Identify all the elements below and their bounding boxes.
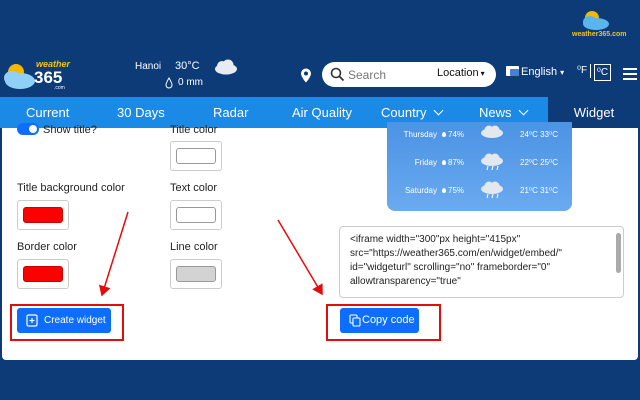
title-bg-color-picker[interactable]: [17, 200, 69, 230]
location-pin-icon[interactable]: [300, 68, 312, 83]
nav-30-days[interactable]: 30 Days: [117, 97, 165, 128]
forecast-day: Friday: [414, 158, 437, 167]
nav-news-label: News: [479, 105, 512, 120]
cloud-rain-icon: [481, 153, 503, 171]
widget-preview: Thursday 74% 24⁰C 33⁰C Friday 87% 22⁰C 2…: [387, 122, 572, 211]
title-color-label: Title color: [170, 124, 218, 136]
nav-air-quality[interactable]: Air Quality: [292, 97, 352, 128]
copy-button-highlight: [326, 304, 441, 341]
border-color-swatch: [23, 266, 63, 282]
title-color-picker[interactable]: [170, 141, 222, 171]
forecast-range: 24⁰C 33⁰C: [520, 130, 558, 139]
search-mode-dropdown[interactable]: Location ▾: [437, 67, 485, 79]
forecast-precip-value: 87%: [448, 158, 465, 167]
title-bg-color-label: Title background color: [17, 182, 125, 194]
chevron-down-icon: ▾: [480, 69, 485, 78]
search-bar: Location▾: [322, 62, 496, 87]
search-mode-label: Location: [437, 67, 479, 79]
border-color-label: Border color: [17, 241, 77, 253]
unit-celsius[interactable]: ⁰C: [594, 64, 611, 81]
search-input[interactable]: [348, 66, 436, 83]
text-color-swatch: [176, 207, 216, 223]
watermark-logo: weather365.com: [570, 8, 632, 42]
search-icon: [330, 67, 345, 82]
sun-cloud-icon: [583, 11, 609, 30]
chevron-down-icon: [518, 105, 528, 116]
forecast-row: Thursday 74% 24⁰C 33⁰C: [387, 122, 572, 150]
chevron-down-icon: [433, 105, 443, 116]
forecast-range: 22⁰C 25⁰C: [520, 158, 558, 167]
text-color-picker[interactable]: [170, 200, 222, 230]
language-selector[interactable]: English ▾: [506, 66, 564, 78]
chevron-down-icon: ▾: [560, 68, 565, 77]
hamburger-menu-icon[interactable]: [623, 68, 637, 80]
forecast-range: 21⁰C 31⁰C: [520, 186, 558, 195]
site-header: weather 365 .com Hanoi 30°C 0 mm Locatio…: [0, 55, 640, 95]
show-title-label: Show title?: [43, 124, 97, 136]
forecast-day: Thursday: [403, 130, 437, 139]
unit-fahrenheit[interactable]: ⁰F: [577, 65, 587, 76]
line-color-picker[interactable]: [170, 259, 222, 289]
brand-suffix: .com: [54, 85, 65, 91]
brand-logo[interactable]: weather 365 .com: [2, 58, 72, 92]
nav-radar[interactable]: Radar: [213, 97, 248, 128]
nav-country-label: Country: [381, 105, 427, 120]
raindrop-icon: [442, 188, 446, 193]
current-location: Hanoi: [135, 61, 162, 72]
forecast-precip-value: 75%: [448, 186, 465, 195]
raindrop-icon: [165, 77, 173, 89]
line-color-swatch: [176, 266, 216, 282]
forecast-precip: 87%: [442, 158, 464, 167]
forecast-row: Friday 87% 22⁰C 25⁰C: [387, 150, 572, 178]
rain-amount: 0 mm: [178, 77, 203, 88]
border-color-picker[interactable]: [17, 259, 69, 289]
show-title-toggle[interactable]: [17, 123, 39, 135]
uk-flag-icon: [506, 66, 519, 76]
text-color-label: Text color: [170, 182, 218, 194]
sun-cloud-icon: [4, 64, 35, 89]
embed-code-text: <iframe width="300"px height="415px" src…: [350, 234, 562, 287]
title-bg-color-swatch: [23, 207, 63, 223]
embed-code-textarea[interactable]: <iframe width="300"px height="415px" src…: [339, 226, 624, 298]
forecast-row: Saturday 75% 21⁰C 31⁰C: [387, 178, 572, 206]
title-color-swatch: [176, 148, 216, 164]
forecast-precip: 74%: [442, 130, 464, 139]
cloud-rain-icon: [481, 181, 503, 199]
forecast-precip-value: 74%: [448, 130, 465, 139]
watermark-text: weather365.com: [572, 31, 627, 38]
current-temperature: 30°C: [175, 60, 200, 72]
language-label: English: [521, 66, 558, 78]
create-button-highlight: [10, 304, 124, 341]
forecast-day: Saturday: [404, 186, 437, 195]
cloud-icon: [215, 59, 237, 75]
unit-divider: [590, 64, 591, 78]
raindrop-icon: [442, 160, 446, 165]
forecast-precip: 75%: [442, 186, 464, 195]
raindrop-icon: [442, 132, 446, 137]
cloud-rain-icon: [481, 125, 503, 138]
textarea-scrollbar[interactable]: [616, 233, 621, 273]
line-color-label: Line color: [170, 241, 218, 253]
